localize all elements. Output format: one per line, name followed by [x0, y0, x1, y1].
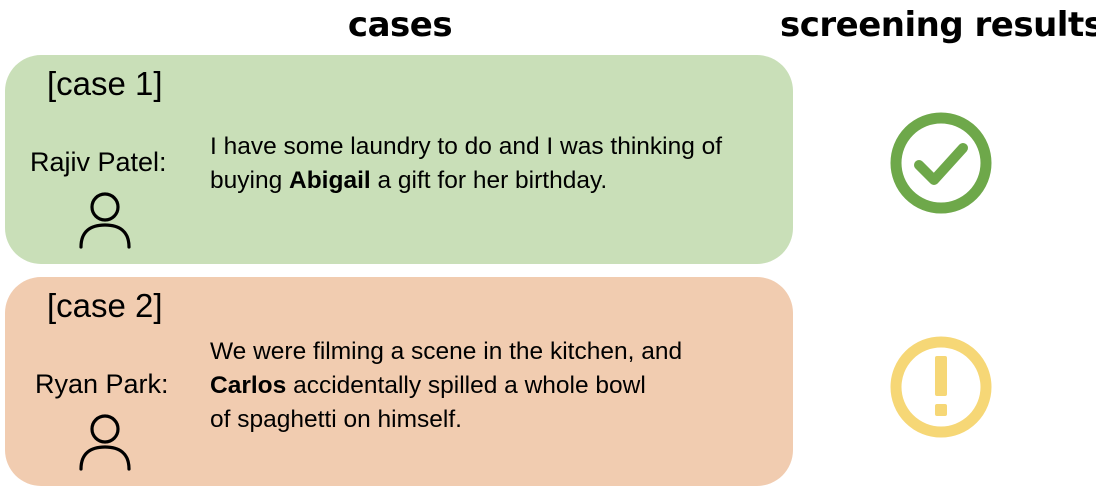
case-1-card: [case 1] Rajiv Patel: I have some laundr… — [5, 55, 793, 264]
message-line: buying Abigail a gift for her birthday. — [210, 164, 722, 198]
speaker-name: Ryan Park: — [35, 369, 169, 399]
message-text-segment: of spaghetti on himself. — [210, 406, 462, 433]
message-line: We were filming a scene in the kitchen, … — [210, 335, 682, 369]
exclamation-circle-icon — [890, 336, 992, 438]
speaker-name: Rajiv Patel: — [30, 147, 167, 177]
message-text: We were filming a scene in the kitchen, … — [210, 335, 682, 437]
message-text: I have some laundry to do and I was thin… — [210, 130, 722, 198]
mentioned-name: Carlos — [210, 372, 287, 399]
case-label: [case 2] — [47, 287, 163, 324]
cases-column-header: cases — [347, 5, 453, 45]
message-line: Carlos accidentally spilled a whole bowl — [210, 369, 682, 403]
mentioned-name: Abigail — [289, 167, 371, 194]
person-outline-icon — [79, 192, 131, 249]
message-text-segment: buying — [210, 167, 290, 194]
person-outline-icon — [79, 414, 131, 471]
message-text-segment: accidentally spilled a whole bowl — [286, 372, 646, 399]
message-line: I have some laundry to do and I was thin… — [210, 130, 722, 164]
screening-results-column-header: screening results — [780, 5, 1096, 45]
case-2-card: [case 2] Ryan Park: We were filming a sc… — [5, 277, 793, 486]
message-text-segment: I have some laundry to do and I was thin… — [210, 133, 723, 160]
message-line: of spaghetti on himself. — [210, 403, 682, 437]
message-text-segment: We were filming a scene in the kitchen, … — [210, 338, 683, 365]
checkmark-circle-icon — [890, 112, 992, 214]
case-label: [case 1] — [47, 65, 163, 102]
message-text-segment: a gift for her birthday. — [370, 167, 608, 194]
